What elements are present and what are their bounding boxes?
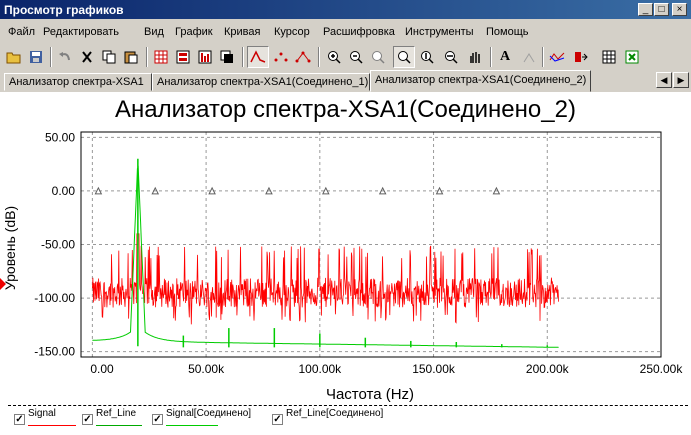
grid-icon[interactable] [150,46,172,68]
copy-icon[interactable] [98,46,120,68]
toolbar: A [0,44,691,70]
traces [92,158,559,348]
axis-ticks: 0.00 50.00k 100.00k 150.00k 200.00k 250.00k 50… [34,130,683,376]
legend-checkbox[interactable]: ✓ [272,414,283,425]
y-tick-label: 0.00 [52,184,76,198]
y-tick-label: -50.00 [41,238,75,252]
cut-icon[interactable] [76,46,98,68]
legend-label: Signal [28,408,56,419]
x-tick-label: 50.00k [188,362,225,376]
signal-trace [92,233,559,325]
maximize-button[interactable]: □ [654,3,669,16]
zoom-in-icon[interactable] [323,46,345,68]
properties-icon[interactable] [518,46,540,68]
menu-file[interactable]: Файл [8,26,35,38]
legend-item-signal[interactable]: ✓ Signal [14,408,84,432]
zoom-x-icon[interactable] [393,46,415,68]
close-button[interactable]: × [672,3,687,16]
legend-item-ref-line[interactable]: ✓ Ref_Line [82,408,152,432]
tab-xsa1-connected-1[interactable]: Анализатор спектра-XSA1(Соединено_1) [152,73,370,91]
pan-icon[interactable] [464,46,486,68]
text-icon[interactable]: A [494,46,516,68]
legend-swatch [96,425,142,426]
legend-checkbox[interactable]: ✓ [14,414,25,425]
legend-item-signal-connected[interactable]: ✓ Signal[Соединено] [152,408,264,432]
legend-label: Ref_Line [96,408,137,419]
y-tick-label: -150.00 [34,345,75,359]
menu-graph[interactable]: График [175,26,213,38]
legend-item-ref-line-connected[interactable]: ✓ Ref_Line[Соединено] [272,408,392,432]
x-tick-label: 150.00k [412,362,456,376]
menu-view[interactable]: Вид [144,26,164,38]
y-tick-label: 50.00 [45,130,75,144]
select-mark-icon[interactable] [194,46,216,68]
zoom-fit-icon[interactable] [367,46,389,68]
zoom-out-icon[interactable] [345,46,367,68]
overlay-icon[interactable] [216,46,238,68]
tab-scroll-right-icon[interactable]: ▶ [673,72,689,88]
legend-label: Signal[Соединено] [166,408,252,419]
transfer-icon[interactable] [570,46,592,68]
menu-tools[interactable]: Инструменты [405,26,474,38]
tab-xsa1-connected-2[interactable]: Анализатор спектра-XSA1(Соединено_2) [370,70,591,92]
menu-cursor[interactable]: Курсор [274,26,310,38]
dots-icon[interactable] [270,46,292,68]
menu-bar: Файл Редактировать Вид График Кривая Кур… [0,22,691,42]
legend-icon[interactable] [172,46,194,68]
x-tick-label: 0.00 [90,362,114,376]
zoom-y-icon[interactable] [416,46,438,68]
legend-checkbox[interactable]: ✓ [82,414,93,425]
legend-label: Ref_Line[Соединено] [286,408,384,419]
y-tick-label: -100.00 [34,291,75,305]
legend-swatch [166,425,218,426]
zoom-region-icon[interactable] [440,46,462,68]
paste-icon[interactable] [120,46,142,68]
minimize-button[interactable]: _ [638,3,653,16]
tab-xsa1[interactable]: Анализатор спектра-XSA1 [4,73,152,91]
table-icon[interactable] [598,46,620,68]
legend-checkbox[interactable]: ✓ [152,414,163,425]
legend: ✓ Signal ✓ Ref_Line ✓ Signal[Соединено] … [8,405,688,434]
title-bar: Просмотр графиков _ □ × [0,0,691,19]
menu-trace[interactable]: Кривая [224,26,260,38]
x-tick-label: 200.00k [526,362,570,376]
window-title: Просмотр графиков [4,3,124,17]
export-icon[interactable] [546,46,568,68]
excel-icon[interactable] [621,46,643,68]
plot-grid [81,132,662,357]
legend-swatch [28,425,76,426]
spectrum-plot[interactable]: 0.00 50.00k 100.00k 150.00k 200.00k 250.00k 50… [0,92,691,405]
x-tick-label: 250.00k [640,362,684,376]
lines-icon[interactable] [247,46,269,68]
save-icon[interactable] [25,46,47,68]
tab-strip: Анализатор спектра-XSA1 Анализатор спект… [0,70,691,92]
x-tick-label: 100.00k [298,362,342,376]
tab-scroll-left-icon[interactable]: ◀ [656,72,672,88]
menu-help[interactable]: Помощь [486,26,529,38]
line-dots-icon[interactable] [292,46,314,68]
menu-edit[interactable]: Редактировать [43,26,119,38]
undo-icon[interactable] [54,46,76,68]
open-icon[interactable] [3,46,25,68]
menu-legend[interactable]: Расшифровка [323,26,395,38]
